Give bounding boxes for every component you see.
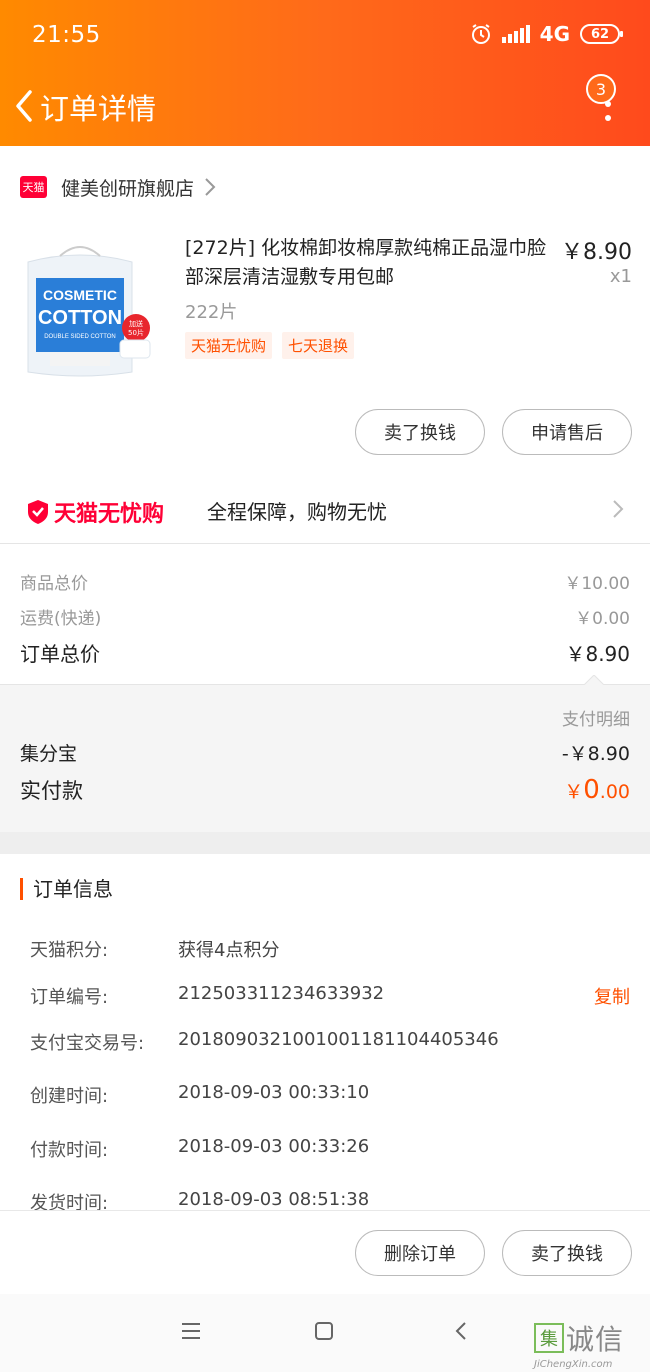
app-header: 21:55 4G 62 订单详情 3 — [0, 0, 650, 146]
guarantee-logo: 天猫无忧购 — [26, 496, 164, 528]
info-value[interactable]: 212503311234633932 — [178, 983, 384, 1009]
caret-up-icon — [584, 675, 604, 685]
product-item[interactable]: COSMETIC COTTON DOUBLE SIDED COTTON 加送 5… — [0, 226, 650, 386]
tag-seven-day-return: 七天退换 — [282, 332, 355, 359]
goods-total-label: 商品总价 — [20, 574, 88, 594]
shipping-row: 运费(快递) ￥0.00 — [20, 604, 630, 629]
goods-total-row: 商品总价 ￥10.00 — [20, 569, 630, 594]
more-vertical-icon — [605, 101, 611, 121]
info-row-shipped: 发货时间: 2018-09-03 08:51:38 — [30, 1189, 630, 1210]
product-image-badge-top: 加送 — [129, 319, 143, 328]
watermark-main: 集 诚信 — [534, 1318, 646, 1358]
sell-for-cash-button[interactable]: 卖了换钱 — [355, 409, 485, 455]
actual-paid-currency: ￥ — [564, 781, 584, 803]
actual-paid-label: 实付款 — [20, 779, 83, 803]
sell-for-cash-button[interactable]: 卖了换钱 — [502, 1230, 632, 1276]
alarm-icon — [471, 24, 490, 44]
info-row-order-number: 订单编号: 212503311234633932 复制 — [30, 983, 630, 1009]
actual-paid-value: ￥0.00 — [564, 775, 630, 805]
guarantee-text: 全程保障，购物无忧 — [207, 500, 387, 524]
watermark-chars: 诚信 — [566, 1323, 625, 1356]
points-label: 集分宝 — [20, 743, 78, 765]
payment-detail-link[interactable]: 支付明细 — [562, 705, 630, 730]
info-row-created: 创建时间: 2018-09-03 00:33:10 — [30, 1082, 630, 1108]
order-info-section: 订单信息 天猫积分: 获得4点积分 订单编号: 2125033112346339… — [0, 854, 650, 1210]
product-price: ￥8.90 — [561, 240, 632, 265]
info-value: 2018-09-03 00:33:26 — [178, 1136, 370, 1157]
payment-detail-box: 支付明细 集分宝 -￥8.90 实付款 ￥0.00 — [0, 675, 650, 832]
info-row-points: 天猫积分: 获得4点积分 — [30, 936, 630, 962]
shop-row[interactable]: 天猫 健美创研旗舰店 — [0, 160, 650, 214]
page-title: 订单详情 — [40, 92, 157, 126]
info-row-alipay-trade: 支付宝交易号: 2018090321001001181104405346 — [30, 1029, 630, 1055]
shipping-value: ￥0.00 — [575, 609, 630, 629]
shield-icon — [28, 500, 48, 524]
actual-paid-int: 0 — [583, 775, 600, 805]
back-arrow-icon[interactable] — [10, 86, 38, 126]
product-tags: 天猫无忧购 七天退换 — [185, 332, 355, 359]
back-icon[interactable] — [450, 1320, 472, 1342]
info-label: 创建时间: — [30, 1086, 109, 1107]
guarantee-brand: 天猫无忧购 — [54, 502, 165, 527]
points-value: -￥8.90 — [561, 743, 630, 765]
order-total-value: ￥8.90 — [565, 642, 630, 666]
tag-worry-free: 天猫无忧购 — [185, 332, 273, 359]
goods-total-value: ￥10.00 — [564, 574, 630, 594]
network-label: 4G — [539, 22, 570, 46]
order-total-label: 订单总价 — [20, 642, 100, 666]
guarantee-row[interactable]: 天猫无忧购 全程保障，购物无忧 — [0, 476, 650, 544]
chevron-right-icon — [613, 500, 624, 518]
status-bar: 21:55 4G 62 — [0, 0, 650, 70]
signal-icon — [501, 25, 530, 43]
info-label: 发货时间: — [30, 1193, 109, 1210]
product-quantity: x1 — [609, 266, 632, 287]
price-summary: 商品总价 ￥10.00 运费(快递) ￥0.00 订单总价 ￥8.90 — [0, 545, 650, 685]
after-sale-button[interactable]: 申请售后 — [502, 409, 632, 455]
product-title: [272片] 化妆棉卸妆棉厚款纯棉正品湿巾脸部深层清洁湿敷专用包邮 — [185, 237, 547, 288]
actual-paid-dec: .00 — [599, 781, 630, 803]
product-image: COSMETIC COTTON DOUBLE SIDED COTTON 加送 5… — [20, 240, 160, 380]
product-image-line1: COSMETIC — [43, 287, 117, 303]
menu-icon[interactable] — [180, 1320, 202, 1342]
delete-order-button[interactable]: 删除订单 — [355, 1230, 485, 1276]
section-divider — [0, 832, 650, 854]
shop-name: 健美创研旗舰店 — [61, 177, 195, 200]
shipping-label: 运费(快递) — [20, 609, 102, 629]
info-row-paid: 付款时间: 2018-09-03 00:33:26 — [30, 1136, 630, 1162]
copy-button[interactable]: 复制 — [594, 983, 630, 1009]
product-spec: 222片 — [185, 302, 238, 323]
product-image-line2: COTTON — [38, 307, 122, 329]
bottom-action-bar: 删除订单 卖了换钱 — [0, 1210, 650, 1294]
info-value: 获得4点积分 — [178, 940, 280, 961]
home-icon[interactable] — [313, 1320, 335, 1342]
order-total-row: 订单总价 ￥8.90 — [20, 638, 630, 667]
status-time: 21:55 — [32, 22, 101, 48]
status-indicators: 4G 62 — [470, 22, 623, 46]
info-value: 2018090321001001181104405346 — [178, 1029, 499, 1050]
watermark-box: 集 — [534, 1323, 564, 1353]
info-value: 2018-09-03 08:51:38 — [178, 1189, 370, 1210]
chevron-right-icon — [205, 178, 216, 196]
watermark-url: JiChengXin.com — [534, 1359, 613, 1370]
info-label: 订单编号: — [30, 987, 109, 1008]
info-value: 2018-09-03 00:33:10 — [178, 1082, 370, 1103]
title-row: 订单详情 3 — [0, 74, 650, 134]
watermark-logo: 集 诚信 JiChengXin.com — [534, 1318, 646, 1370]
info-label: 支付宝交易号: — [30, 1033, 145, 1054]
actual-paid-row: 实付款 ￥0.00 — [20, 775, 630, 805]
product-image-line3: DOUBLE SIDED COTTON — [44, 334, 116, 340]
info-label: 付款时间: — [30, 1140, 109, 1161]
info-label: 天猫积分: — [30, 940, 109, 961]
battery-icon: 62 — [580, 24, 623, 44]
order-info-title: 订单信息 — [20, 878, 113, 900]
tmall-tag-icon: 天猫 — [20, 176, 47, 198]
points-row: 集分宝 -￥8.90 — [20, 739, 630, 766]
product-image-badge-bottom: 50片 — [128, 328, 144, 337]
more-menu-button[interactable]: 3 — [586, 74, 624, 134]
